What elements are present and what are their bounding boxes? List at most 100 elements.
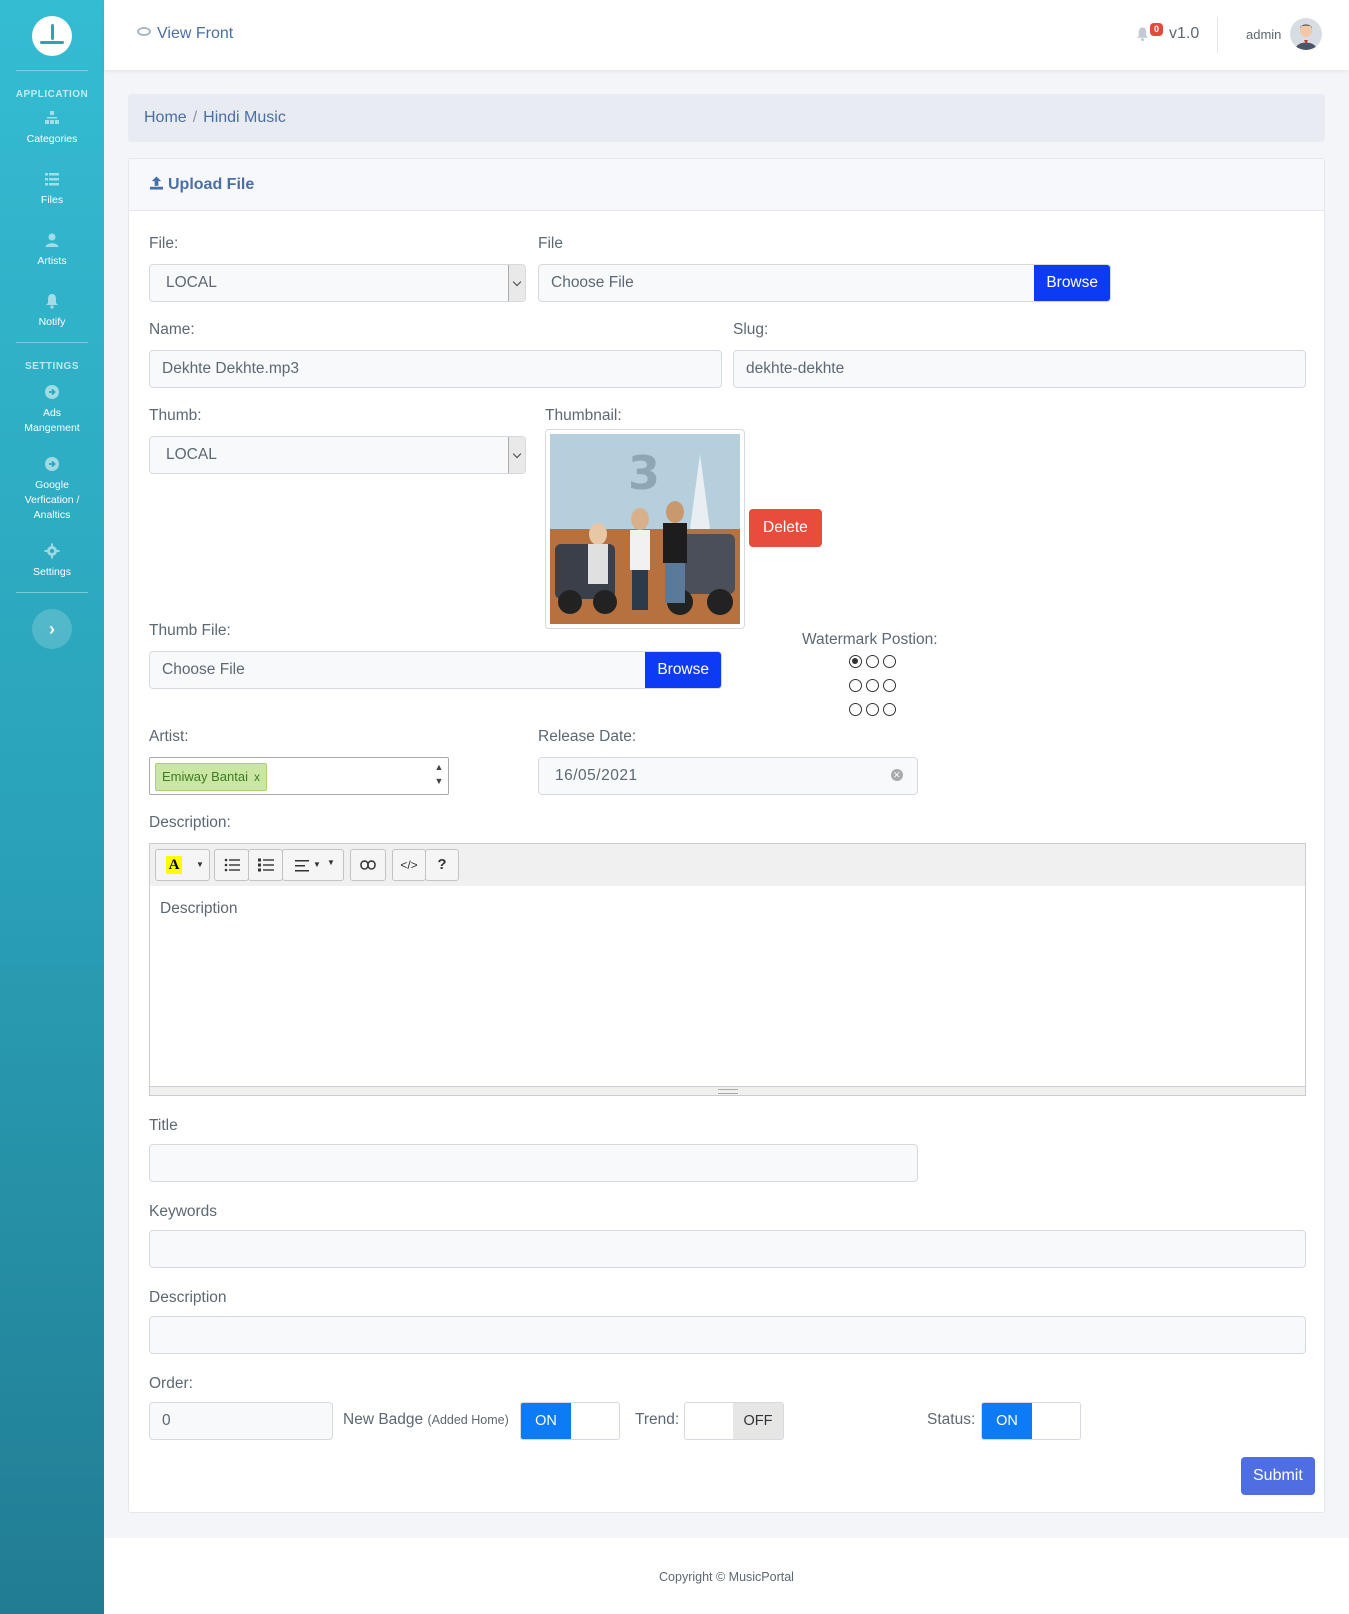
gear-icon	[44, 543, 60, 559]
upload-icon	[149, 176, 164, 190]
order-input[interactable]: 0	[149, 1402, 333, 1440]
sidebar-toggle-button[interactable]: ›	[32, 609, 72, 649]
watermark-bottom-left-radio[interactable]	[849, 703, 862, 716]
trend-label: Trend:	[635, 1411, 680, 1428]
sidebar-item-settings[interactable]: Settings	[0, 543, 104, 580]
watermark-bottom-right-radio[interactable]	[883, 703, 896, 716]
upload-file-card: Upload File File: LOCAL File Choose File…	[128, 158, 1325, 1513]
code-view-button[interactable]: </>	[392, 849, 426, 881]
thumb-source-select[interactable]: LOCAL	[149, 436, 526, 474]
font-color-button[interactable]: A ▼	[155, 849, 210, 881]
help-icon: ?	[437, 856, 447, 873]
rich-text-editor[interactable]: A ▼ ▼ ▼ </> ? Description	[149, 843, 1306, 1096]
thumb-file-input[interactable]: Choose File Browse	[149, 651, 722, 689]
sidebar-item-google[interactable]: Google Verfication / Analtics	[0, 456, 104, 523]
seo-keywords-input[interactable]	[149, 1230, 1306, 1268]
thumbnail-label: Thumbnail:	[545, 407, 622, 424]
thumb-file-label: Thumb File:	[149, 622, 231, 639]
link-button[interactable]	[350, 849, 386, 881]
arrow-circle-icon	[45, 385, 59, 399]
status-toggle[interactable]: ON	[981, 1402, 1081, 1440]
sidebar-item-label: Ads Mangement	[24, 407, 80, 434]
sidebar-item-categories[interactable]: Categories	[0, 110, 104, 147]
chevron-down-icon	[508, 265, 525, 301]
thumbnail-artwork: 3	[550, 434, 740, 624]
chevron-down-icon	[508, 437, 525, 473]
delete-thumbnail-button[interactable]: Delete	[749, 509, 822, 547]
code-icon: </>	[400, 858, 418, 872]
arrow-circle-icon	[45, 457, 59, 471]
watermark-middle-right-radio[interactable]	[883, 679, 896, 692]
slug-input[interactable]: dekhte-dekhte	[733, 350, 1306, 388]
thumb-browse-button[interactable]: Browse	[645, 652, 721, 688]
seo-description-input[interactable]	[149, 1316, 1306, 1354]
trend-toggle[interactable]: OFF	[684, 1402, 784, 1440]
watermark-middle-center-radio[interactable]	[866, 679, 879, 692]
sidebar-item-ads[interactable]: Ads Mangement	[0, 384, 104, 436]
artist-tag-input[interactable]: Emiway Bantai x ▲ ▼	[149, 757, 449, 795]
chevron-up-icon[interactable]: ▲	[432, 760, 446, 774]
new-badge-hint: (Added Home)	[427, 1413, 509, 1427]
toggle-on-label: ON	[982, 1403, 1032, 1439]
dashboard-logo-icon[interactable]	[32, 16, 72, 56]
avatar-icon	[1295, 24, 1317, 50]
sidebar-divider	[16, 342, 88, 343]
align-button[interactable]: ▼ ▼	[282, 849, 344, 881]
bell-icon[interactable]	[1135, 26, 1150, 42]
seo-description-label: Description	[149, 1289, 227, 1306]
seo-keywords-label: Keywords	[149, 1203, 218, 1220]
sidebar-item-notify[interactable]: Notify	[0, 293, 104, 330]
artist-spinner[interactable]: ▲ ▼	[432, 760, 446, 792]
new-badge-toggle[interactable]: ON	[520, 1402, 620, 1440]
tag-remove-icon[interactable]: x	[254, 770, 260, 784]
new-badge-text: New Badge	[343, 1411, 424, 1428]
numbered-list-button[interactable]	[248, 849, 283, 881]
watermark-top-center-radio[interactable]	[866, 655, 879, 668]
bell-icon	[46, 294, 58, 309]
numbered-list-icon	[257, 858, 274, 872]
card-header: Upload File	[129, 159, 1324, 211]
file-source-select[interactable]: LOCAL	[149, 264, 526, 302]
release-date-input[interactable]: 16/05/2021 ✕	[538, 757, 918, 795]
breadcrumb-current[interactable]: Hindi Music	[203, 109, 286, 126]
sidebar-divider	[16, 592, 88, 593]
editor-resize-handle[interactable]	[150, 1086, 1305, 1095]
breadcrumb-separator: /	[192, 109, 198, 126]
toggle-off-label: OFF	[733, 1403, 783, 1439]
thumb-source-value: LOCAL	[166, 446, 217, 463]
sidebar-item-label: Categories	[26, 133, 78, 145]
clear-icon[interactable]: ✕	[891, 769, 903, 781]
svg-text:3: 3	[628, 446, 660, 500]
chevron-down-icon[interactable]: ▼	[432, 774, 446, 788]
watermark-top-right-radio[interactable]	[883, 655, 896, 668]
browse-button[interactable]: Browse	[1034, 265, 1110, 301]
sidebar-item-artists[interactable]: Artists	[0, 232, 104, 269]
watermark-bottom-center-radio[interactable]	[866, 703, 879, 716]
editor-content[interactable]: Description	[150, 886, 1305, 1086]
user-icon	[45, 233, 59, 247]
list-icon	[45, 173, 59, 186]
view-front-link[interactable]: View Front	[137, 25, 233, 43]
watermark-top-left-radio[interactable]	[849, 655, 862, 668]
file-placeholder: Choose File	[551, 274, 634, 291]
thumb-file-placeholder: Choose File	[162, 661, 245, 678]
name-input[interactable]: Dekhte Dekhte.mp3	[149, 350, 722, 388]
top-header: View Front 0 v1.0 admin	[104, 0, 1349, 70]
view-front-label: View Front	[157, 25, 234, 42]
watermark-label: Watermark Postion:	[802, 631, 938, 648]
footer: Copyright © MusicPortal	[104, 1538, 1349, 1614]
help-button[interactable]: ?	[425, 849, 459, 881]
release-date-value: 16/05/2021	[555, 767, 638, 784]
watermark-middle-left-radio[interactable]	[849, 679, 862, 692]
bullet-list-button[interactable]	[214, 849, 249, 881]
bullet-list-icon	[224, 858, 240, 872]
avatar[interactable]	[1290, 18, 1322, 50]
link-icon	[360, 860, 376, 870]
artist-tag: Emiway Bantai x	[155, 763, 267, 791]
sidebar-item-files[interactable]: Files	[0, 171, 104, 208]
seo-title-input[interactable]	[149, 1144, 918, 1182]
file-upload-input[interactable]: Choose File Browse	[538, 264, 1111, 302]
submit-button[interactable]: Submit	[1241, 1457, 1315, 1495]
user-name[interactable]: admin	[1246, 27, 1281, 42]
breadcrumb-home[interactable]: Home	[144, 109, 187, 126]
